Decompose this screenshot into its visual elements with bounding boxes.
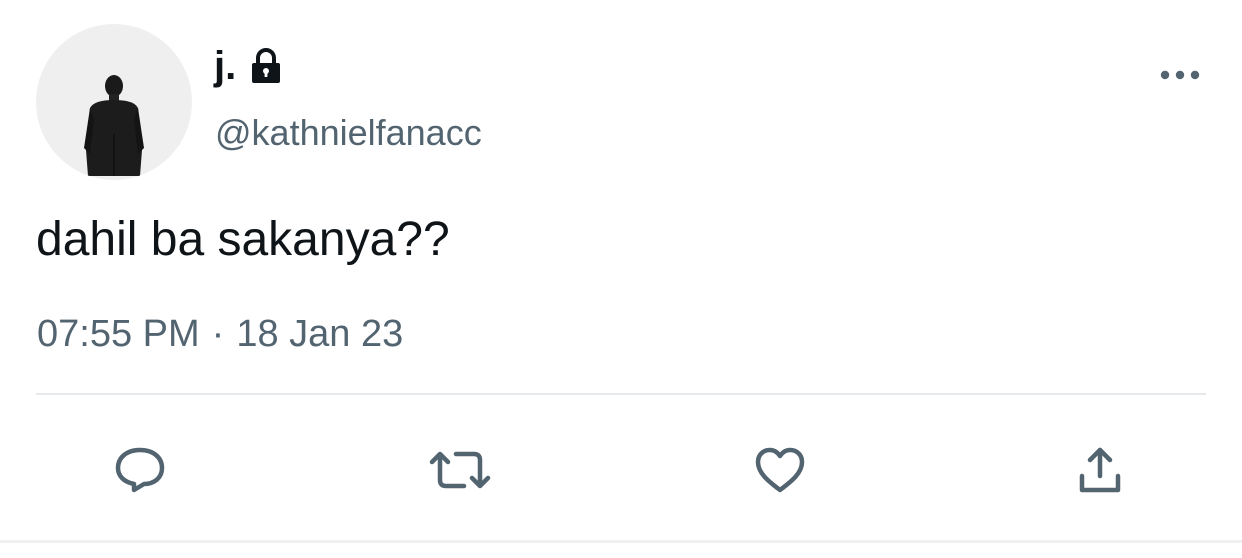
avatar[interactable] bbox=[36, 24, 192, 180]
reply-button[interactable] bbox=[100, 430, 180, 510]
retweet-icon bbox=[429, 451, 491, 489]
retweet-button[interactable] bbox=[420, 430, 500, 510]
bottom-divider bbox=[0, 540, 1242, 543]
divider bbox=[36, 393, 1206, 395]
share-button[interactable] bbox=[1060, 430, 1140, 510]
lock-icon bbox=[246, 46, 286, 86]
tweet-time: 07:55 PM bbox=[37, 313, 200, 355]
share-upload-icon bbox=[1079, 447, 1121, 493]
speech-bubble-icon bbox=[115, 447, 165, 493]
tweet-timestamp[interactable]: 07:55 PM · 18 Jan 23 bbox=[37, 310, 403, 358]
more-options-icon[interactable] bbox=[1158, 64, 1202, 86]
display-name[interactable]: j. bbox=[214, 44, 236, 89]
tweet-text: dahil ba sakanya?? bbox=[36, 213, 450, 266]
separator-dot: · bbox=[211, 313, 225, 355]
heart-icon bbox=[755, 447, 805, 493]
tweet-card: j. @kathnielfanacc dahil ba sakanya?? 07… bbox=[0, 0, 1242, 558]
action-bar bbox=[0, 430, 1242, 510]
tweet-date: 18 Jan 23 bbox=[236, 313, 404, 355]
like-button[interactable] bbox=[740, 430, 820, 510]
name-row: j. bbox=[214, 40, 286, 92]
user-handle[interactable]: @kathnielfanacc bbox=[215, 112, 482, 154]
person-silhouette-icon bbox=[84, 75, 144, 176]
